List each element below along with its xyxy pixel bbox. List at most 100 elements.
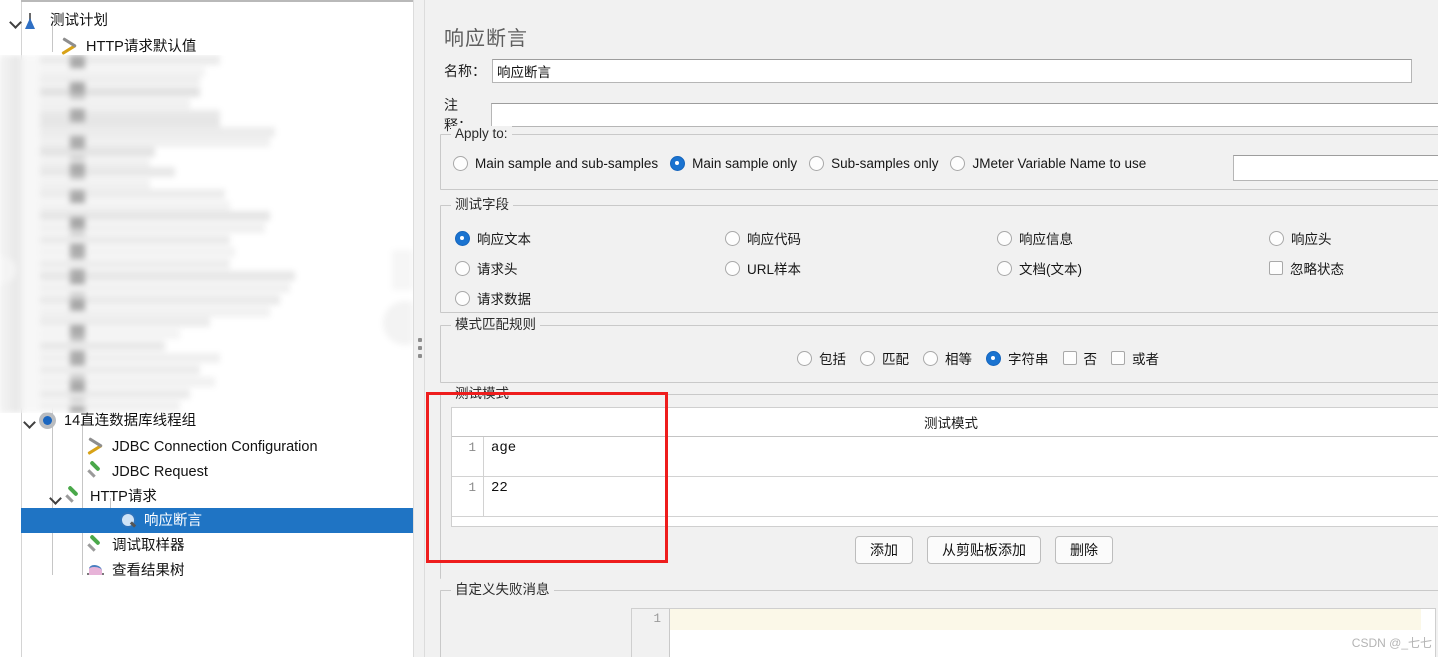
apply-to-options[interactable]: Main sample and sub-samples Main sample o… xyxy=(453,156,1158,171)
test-field-option-label: 忽略状态 xyxy=(1290,262,1344,277)
tree-top-divider xyxy=(21,0,413,2)
row-pattern-value[interactable]: 22 xyxy=(484,477,508,496)
custom-failure-legend: 自定义失败消息 xyxy=(451,582,554,598)
radio-icon[interactable] xyxy=(997,260,1012,276)
test-field-option-0[interactable]: 响应文本 xyxy=(455,228,531,248)
custom-failure-group: 自定义失败消息 1 xyxy=(440,582,1438,657)
chart-icon xyxy=(86,561,106,581)
tree-item-label: 查看结果树 xyxy=(112,562,185,579)
jmeter-variable-name-input[interactable] xyxy=(1233,155,1438,181)
tree-item-6[interactable]: 响应断言 xyxy=(21,508,413,533)
pattern-rules-options[interactable]: 包括 匹配 相等 字符串 否 或者 xyxy=(797,348,1173,368)
radio-icon[interactable] xyxy=(455,230,470,246)
checkbox-icon[interactable] xyxy=(1111,351,1125,365)
radio-icon[interactable] xyxy=(725,230,740,246)
apply-to-option-label: Main sample and sub-samples xyxy=(475,156,659,171)
pattern-rules-legend: 模式匹配规则 xyxy=(451,317,540,333)
pipette-icon xyxy=(64,487,84,507)
pattern-rule-option-label: 包括 xyxy=(819,352,846,367)
tree-item-3[interactable]: JDBC Connection Configuration xyxy=(86,434,318,459)
custom-failure-message-editor[interactable]: 1 xyxy=(631,608,1436,657)
radio-icon[interactable] xyxy=(997,230,1012,246)
radio-icon[interactable] xyxy=(923,350,938,366)
apply-to-option-2[interactable]: Sub-samples only xyxy=(809,156,938,171)
test-field-option-5[interactable]: 响应信息 xyxy=(997,228,1073,248)
radio-icon[interactable] xyxy=(986,350,1001,366)
checkbox-icon[interactable] xyxy=(1269,261,1283,275)
table-row[interactable]: 1 22 xyxy=(452,477,1438,517)
delete-button[interactable]: 删除 xyxy=(1055,536,1113,564)
radio-icon[interactable] xyxy=(455,290,470,306)
pattern-rule-option-5[interactable]: 或者 xyxy=(1111,348,1159,368)
test-field-option-2[interactable]: 请求数据 xyxy=(455,288,531,308)
apply-to-option-label: JMeter Variable Name to use xyxy=(972,156,1147,171)
tree-item-7[interactable]: 调试取样器 xyxy=(86,533,185,558)
wrench-icon xyxy=(60,37,80,57)
radio-icon[interactable] xyxy=(670,156,686,171)
chevron-down-icon[interactable] xyxy=(48,489,64,505)
csdn-watermark: CSDN @_七七 xyxy=(1351,636,1432,650)
test-field-option-4[interactable]: URL样本 xyxy=(725,258,801,278)
radio-icon[interactable] xyxy=(453,156,468,171)
comment-input[interactable] xyxy=(491,103,1438,127)
tree-item-label: 测试计划 xyxy=(50,12,108,29)
panel-splitter[interactable] xyxy=(413,0,425,657)
test-field-option-6[interactable]: 文档(文本) xyxy=(997,258,1082,278)
apply-to-option-1[interactable]: Main sample only xyxy=(670,156,797,171)
pattern-rule-option-1[interactable]: 匹配 xyxy=(860,348,909,368)
radio-icon[interactable] xyxy=(860,350,875,366)
radio-icon[interactable] xyxy=(809,156,825,171)
pattern-rule-option-0[interactable]: 包括 xyxy=(797,348,846,368)
editor-text-area[interactable] xyxy=(670,609,1435,657)
table-body[interactable]: 1 age 1 22 xyxy=(452,437,1438,517)
radio-icon[interactable] xyxy=(797,350,812,366)
test-field-options[interactable]: 响应文本请求头请求数据 响应代码 URL样本 响应信息文档(文本) 响应头忽略状态 xyxy=(441,206,1438,312)
test-field-option-3[interactable]: 响应代码 xyxy=(725,228,801,248)
pattern-rule-option-label: 否 xyxy=(1083,352,1098,367)
chevron-down-icon[interactable] xyxy=(22,413,38,429)
pattern-rule-option-4[interactable]: 否 xyxy=(1062,348,1098,368)
tree-item-5[interactable]: HTTP请求 xyxy=(70,484,157,509)
row-pattern-value[interactable]: age xyxy=(484,437,516,456)
test-plan-tree-panel[interactable]: 测试计划 HTTP请求默认值 14直连数据库线程组 JDBC Connection C… xyxy=(0,0,413,657)
radio-icon[interactable] xyxy=(950,156,966,171)
test-field-option-label: 请求头 xyxy=(477,262,518,277)
wrench-icon xyxy=(86,437,106,457)
apply-to-option-0[interactable]: Main sample and sub-samples xyxy=(453,156,658,171)
tree-item-label: 调试取样器 xyxy=(112,537,185,554)
tree-item-8[interactable]: 查看结果树 xyxy=(86,558,185,583)
test-field-option-8[interactable]: 忽略状态 xyxy=(1269,258,1344,278)
add-from-clipboard-button[interactable]: 从剪贴板添加 xyxy=(927,536,1041,564)
test-field-option-1[interactable]: 请求头 xyxy=(455,258,518,278)
test-field-option-label: 响应信息 xyxy=(1019,232,1073,247)
name-input[interactable] xyxy=(492,59,1412,83)
redacted-tree-region xyxy=(0,55,413,413)
add-button[interactable]: 添加 xyxy=(855,536,913,564)
test-field-option-label: 响应头 xyxy=(1291,232,1332,247)
radio-icon[interactable] xyxy=(455,260,470,276)
pattern-rule-option-label: 相等 xyxy=(945,352,972,367)
chevron-down-icon[interactable] xyxy=(8,13,24,29)
tree-item-label: HTTP请求默认值 xyxy=(86,38,197,55)
pattern-rule-option-label: 或者 xyxy=(1132,352,1159,367)
row-line-number: 1 xyxy=(452,437,484,477)
test-field-option-label: 响应文本 xyxy=(477,232,531,247)
pattern-rule-option-3[interactable]: 字符串 xyxy=(986,348,1049,368)
test-patterns-button-row[interactable]: 添加 从剪贴板添加 删除 xyxy=(855,536,1113,564)
radio-icon[interactable] xyxy=(1269,230,1284,246)
test-field-option-label: 请求数据 xyxy=(477,292,531,307)
tree-item-0[interactable]: 测试计划 xyxy=(25,8,108,33)
apply-to-option-3[interactable]: JMeter Variable Name to use xyxy=(950,156,1146,171)
pattern-rules-group: 模式匹配规则 包括 匹配 相等 字符串 否 或者 xyxy=(440,317,1438,383)
test-field-option-7[interactable]: 响应头 xyxy=(1269,228,1332,248)
test-patterns-table[interactable]: 测试模式 1 age 1 22 xyxy=(451,407,1438,527)
checkbox-icon[interactable] xyxy=(1062,351,1077,365)
page-title: 响应断言 xyxy=(444,28,528,50)
tree-item-4[interactable]: JDBC Request xyxy=(86,459,208,484)
radio-icon[interactable] xyxy=(725,260,740,276)
magnifier-icon xyxy=(118,511,138,531)
pattern-rule-option-2[interactable]: 相等 xyxy=(923,348,972,368)
apply-to-group: Apply to: Main sample and sub-samples Mai… xyxy=(440,126,1438,190)
current-line-highlight xyxy=(670,609,1421,630)
table-row[interactable]: 1 age xyxy=(452,437,1438,477)
